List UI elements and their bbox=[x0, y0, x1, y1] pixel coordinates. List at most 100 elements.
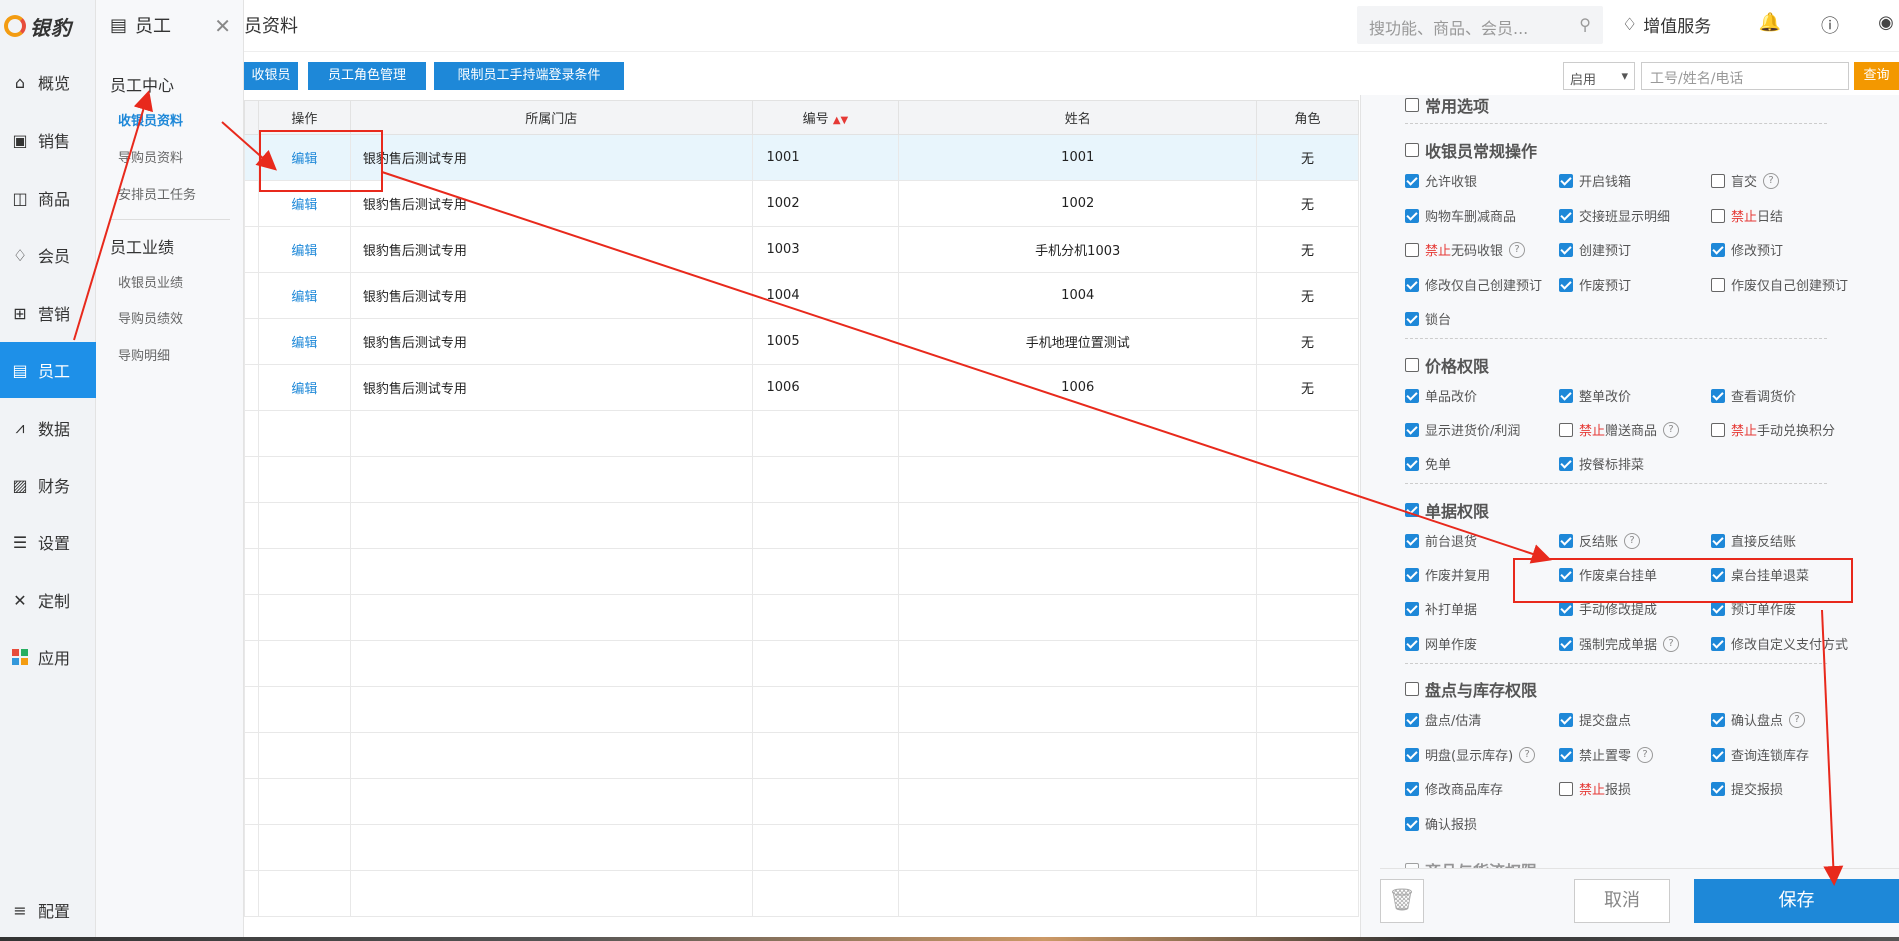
perm-item[interactable]: 整单改价 bbox=[1559, 386, 1631, 405]
checkbox[interactable] bbox=[1559, 208, 1573, 223]
perm-item[interactable]: 反结账? bbox=[1559, 531, 1641, 550]
nav-item-sales[interactable]: ▣ 销售 bbox=[0, 112, 96, 168]
limit-login-button[interactable]: 限制员工手持端登录条件 bbox=[434, 62, 624, 90]
checkbox[interactable] bbox=[1711, 712, 1725, 727]
search-input[interactable]: 搜功能、商品、会员... ⚲ bbox=[1357, 6, 1603, 44]
nav-item-staff[interactable]: ▤ 员工 bbox=[0, 342, 96, 398]
checkbox[interactable] bbox=[1559, 388, 1573, 403]
value-added-button[interactable]: ♢ 增值服务 bbox=[1622, 12, 1711, 38]
section-checkbox[interactable] bbox=[1405, 358, 1419, 372]
section-inventory[interactable]: 盘点与库存权限 bbox=[1405, 677, 1537, 701]
perm-item[interactable]: 手动修改提成 bbox=[1559, 599, 1657, 618]
cancel-button[interactable]: 取消 bbox=[1574, 879, 1670, 923]
checkbox[interactable] bbox=[1559, 242, 1573, 257]
checkbox[interactable] bbox=[1559, 712, 1573, 727]
perm-item[interactable]: 查看调货价 bbox=[1711, 386, 1796, 405]
checkbox[interactable] bbox=[1559, 601, 1573, 616]
table-row[interactable]: 编辑 银豹售后测试专用 1001 1001 无 bbox=[244, 134, 1359, 181]
nav-item-products[interactable]: ◫ 商品 bbox=[0, 170, 96, 226]
checkbox[interactable] bbox=[1711, 636, 1725, 651]
perm-item[interactable]: 明盘(显示库存)? bbox=[1405, 745, 1536, 764]
edit-link[interactable]: 编辑 bbox=[291, 290, 317, 305]
help-icon[interactable]: ? bbox=[1509, 241, 1526, 258]
edit-link[interactable]: 编辑 bbox=[291, 198, 317, 213]
section-document[interactable]: 单据权限 bbox=[1405, 498, 1489, 522]
nav-item-config[interactable]: ≡ 配置 bbox=[0, 882, 96, 938]
trash-icon[interactable]: 🗑 bbox=[1380, 879, 1424, 923]
checkbox[interactable] bbox=[1711, 567, 1725, 582]
perm-item[interactable]: 禁止无码收银? bbox=[1405, 240, 1526, 259]
sub-link-cashier-perf[interactable]: 收银员业绩 bbox=[118, 272, 183, 291]
checkbox[interactable] bbox=[1711, 601, 1725, 616]
perm-item[interactable]: 作废仅自己创建预订 bbox=[1711, 275, 1848, 294]
table-row[interactable]: 编辑 银豹售后测试专用 1005 手机地理位置测试无 bbox=[244, 318, 1359, 365]
nav-item-custom[interactable]: ✕ 定制 bbox=[0, 572, 96, 628]
table-row[interactable]: 编辑 银豹售后测试专用 1003 手机分机1003 无 bbox=[244, 226, 1359, 273]
perm-item[interactable]: 免单 bbox=[1405, 454, 1451, 473]
perm-item[interactable]: 网单作废 bbox=[1405, 634, 1477, 653]
cashier-button[interactable]: 收银员 bbox=[244, 62, 298, 90]
checkbox[interactable] bbox=[1405, 567, 1419, 582]
perm-item[interactable]: 开启钱箱 bbox=[1559, 171, 1631, 190]
help-icon[interactable]: ? bbox=[1763, 172, 1780, 189]
user-icon[interactable]: ◉ bbox=[1874, 12, 1898, 36]
checkbox[interactable] bbox=[1559, 173, 1573, 188]
perm-item[interactable]: 禁止日结 bbox=[1711, 206, 1783, 225]
perm-item[interactable]: 提交报损 bbox=[1711, 779, 1783, 798]
save-button[interactable]: 保存 bbox=[1694, 879, 1899, 923]
perm-item[interactable]: 预订单作废 bbox=[1711, 599, 1796, 618]
perm-item[interactable]: 修改自定义支付方式 bbox=[1711, 634, 1848, 653]
perm-item[interactable]: 确认盘点? bbox=[1711, 710, 1806, 729]
checkbox[interactable] bbox=[1405, 311, 1419, 326]
nav-item-settings[interactable]: ☰ 设置 bbox=[0, 514, 96, 570]
checkbox[interactable] bbox=[1711, 781, 1725, 796]
perm-item[interactable]: 禁止手动兑换积分 bbox=[1711, 420, 1835, 439]
nav-item-data[interactable]: ⩘ 数据 bbox=[0, 400, 96, 456]
section-checkbox[interactable] bbox=[1405, 503, 1419, 517]
perm-item[interactable]: 购物车删减商品 bbox=[1405, 206, 1516, 225]
section-checkbox[interactable] bbox=[1405, 143, 1419, 157]
checkbox[interactable] bbox=[1711, 747, 1725, 762]
section-cashier-ops[interactable]: 收银员常规操作 bbox=[1405, 138, 1537, 162]
checkbox[interactable] bbox=[1559, 781, 1573, 796]
checkbox[interactable] bbox=[1405, 242, 1419, 257]
perm-item[interactable]: 交接班显示明细 bbox=[1559, 206, 1670, 225]
checkbox[interactable] bbox=[1559, 533, 1573, 548]
checkbox[interactable] bbox=[1711, 208, 1725, 223]
perm-item[interactable]: 查询连锁库存 bbox=[1711, 745, 1809, 764]
checkbox[interactable] bbox=[1405, 781, 1419, 796]
edit-link[interactable]: 编辑 bbox=[291, 336, 317, 351]
help-icon[interactable]: ? bbox=[1519, 746, 1536, 763]
sub-link-cashier-info[interactable]: 收银员资料 bbox=[118, 110, 183, 129]
perm-item[interactable]: 补打单据 bbox=[1405, 599, 1477, 618]
help-icon[interactable]: ⓘ bbox=[1818, 12, 1842, 37]
checkbox[interactable] bbox=[1711, 277, 1725, 292]
section-checkbox[interactable] bbox=[1405, 682, 1419, 696]
help-icon[interactable]: ? bbox=[1624, 532, 1641, 549]
perm-item[interactable]: 允许收银 bbox=[1405, 171, 1477, 190]
checkbox[interactable] bbox=[1405, 816, 1419, 831]
checkbox[interactable] bbox=[1405, 636, 1419, 651]
checkbox[interactable] bbox=[1711, 173, 1725, 188]
help-icon[interactable]: ? bbox=[1637, 746, 1654, 763]
checkbox[interactable] bbox=[1711, 422, 1725, 437]
nav-item-finance[interactable]: ▨ 财务 bbox=[0, 457, 96, 513]
nav-item-overview[interactable]: ⌂ 概览 bbox=[0, 54, 96, 110]
perm-item[interactable]: 修改仅自己创建预订 bbox=[1405, 275, 1542, 294]
nav-item-marketing[interactable]: ⊞ 营销 bbox=[0, 285, 96, 341]
sub-link-guide-perf[interactable]: 导购员绩效 bbox=[118, 308, 183, 327]
table-row[interactable]: 编辑 银豹售后测试专用 1004 1004 无 bbox=[244, 272, 1359, 319]
checkbox[interactable] bbox=[1405, 712, 1419, 727]
help-icon[interactable]: ? bbox=[1663, 421, 1680, 438]
nav-item-apps[interactable]: 应用 bbox=[0, 629, 96, 685]
checkbox[interactable] bbox=[1559, 636, 1573, 651]
perm-item[interactable]: 前台退货 bbox=[1405, 531, 1477, 550]
checkbox[interactable] bbox=[1405, 422, 1419, 437]
table-row[interactable]: 编辑 银豹售后测试专用 1002 1002 无 bbox=[244, 180, 1359, 227]
checkbox[interactable] bbox=[1405, 456, 1419, 471]
edit-link[interactable]: 编辑 bbox=[291, 244, 317, 259]
sub-link-staff-task[interactable]: 安排员工任务 bbox=[118, 184, 196, 203]
checkbox[interactable] bbox=[1405, 388, 1419, 403]
checkbox[interactable] bbox=[1405, 173, 1419, 188]
perm-item[interactable]: 创建预订 bbox=[1559, 240, 1631, 259]
